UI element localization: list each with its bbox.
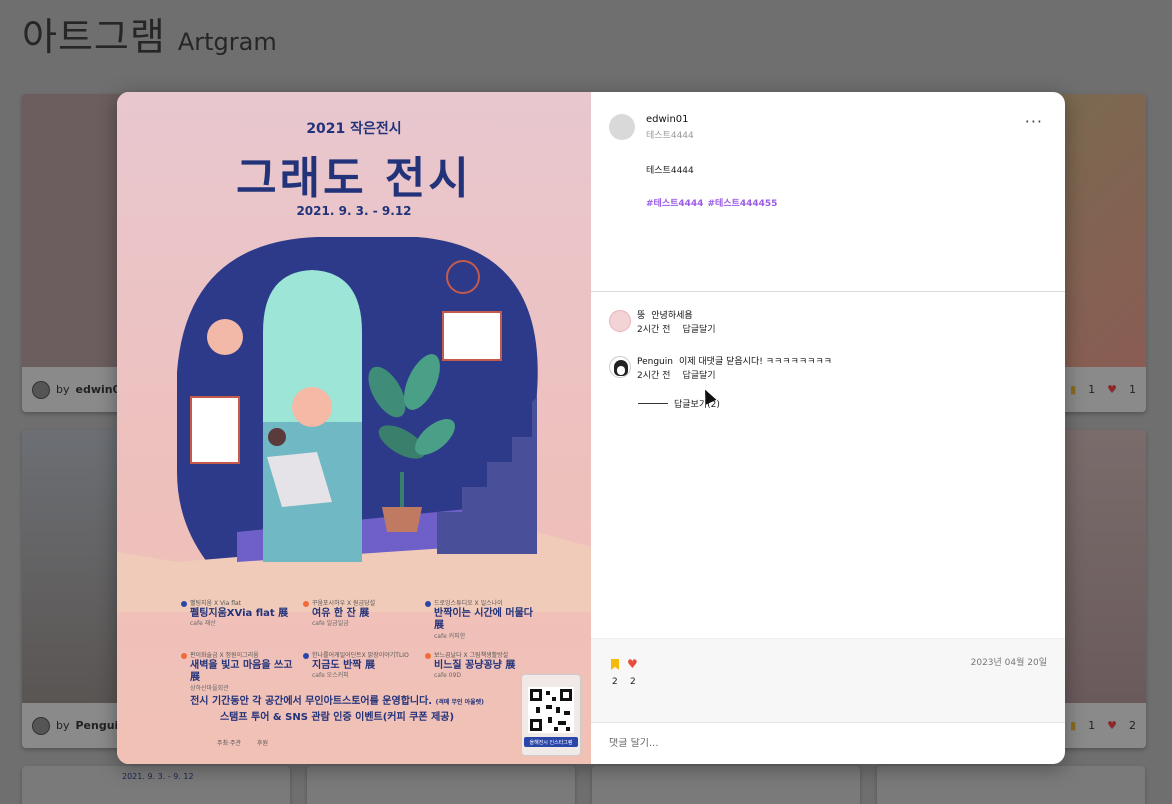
heart-icon[interactable]: ♥ xyxy=(627,657,638,671)
bookmark-icon[interactable] xyxy=(611,659,619,670)
dot-icon xyxy=(181,600,187,607)
post-card[interactable] xyxy=(592,766,860,804)
poster-dates: 2021. 9. 3. - 9.12 xyxy=(296,204,412,218)
comment-text: 안녕하세욤 xyxy=(651,311,693,321)
comment-item: 뚱 안녕하세욤 2시간 전 답글달기 xyxy=(609,310,716,338)
divider xyxy=(638,403,668,404)
comment-text: 이제 대댓글 닫읍시다! ㅋㅋㅋㅋㅋㅋㅋㅋ xyxy=(678,357,832,367)
post-modal: 2021 작은전시 그래도 전시 2021. 9. 3. - 9.12 펠팅지움… xyxy=(117,92,1065,764)
dot-icon xyxy=(181,652,187,659)
post-card[interactable] xyxy=(877,766,1145,804)
reply-button[interactable]: 답글달기 xyxy=(682,370,715,384)
hashtags: #테스트4444 #테스트444455 xyxy=(646,196,777,209)
post-card[interactable] xyxy=(307,766,575,804)
qr-label: 올해전시 인스타그램 xyxy=(524,737,578,747)
poster-notice: 전시 기간동안 각 공간에서 무인아트스토어를 운영합니다. (격메 무인 아울… xyxy=(190,696,484,723)
page-header: 아트그램 Artgram xyxy=(22,6,277,61)
card-like-count: 1 xyxy=(1129,383,1136,397)
author-subtitle: 테스트4444 xyxy=(646,131,694,141)
reply-button[interactable]: 답글달기 xyxy=(682,324,715,338)
bookmark-icon[interactable]: ▮ xyxy=(1070,383,1076,396)
poster-sponsors: 주최·주관 후원 xyxy=(217,740,269,747)
poster-event: 한나를어캐일어딘트X 밝장이야기TLIO 지금도 반짝 展 cafe 오스커피 xyxy=(303,652,419,692)
card-bookmark-count: 1 xyxy=(1088,719,1096,733)
bookmark-icon[interactable]: ▮ xyxy=(1070,719,1076,732)
card-like-count: 2 xyxy=(1129,719,1136,733)
post-date: 2023년 04월 20일 xyxy=(970,658,1047,668)
poster-events: 펠팅지움 X Via flat 펠팅지움XVia flat 展 cafe 재산 … xyxy=(181,600,541,692)
card-bookmark-count: 1 xyxy=(1088,383,1096,397)
like-count: 2 xyxy=(630,677,636,687)
comment-input[interactable] xyxy=(609,738,1065,749)
comment-user[interactable]: 뚱 xyxy=(637,311,645,321)
comment-input-area xyxy=(591,722,1065,764)
heart-icon[interactable]: ♥ xyxy=(1107,383,1117,396)
dot-icon xyxy=(303,600,309,607)
avatar[interactable] xyxy=(609,114,635,140)
bookmark-count: 2 xyxy=(612,677,618,687)
avatar xyxy=(32,380,50,399)
poster-event: 꾸움포시하우 X 원금당설 여유 한 잔 展 cafe 일금일금 xyxy=(303,600,419,640)
poster-year: 2021 작은전시 xyxy=(306,121,402,137)
poster-event: 펠팅지움 X Via flat 펠팅지움XVia flat 展 cafe 재산 xyxy=(181,600,297,640)
card-by-label: by xyxy=(56,383,70,397)
comment-user[interactable]: Penguin xyxy=(637,357,673,367)
avatar[interactable] xyxy=(609,356,631,378)
post-card[interactable]: 2021. 9. 3. - 9. 12 xyxy=(22,766,290,804)
dot-icon xyxy=(425,652,431,659)
qr-code-icon xyxy=(528,687,574,733)
comment-time: 2시간 전 xyxy=(637,370,671,381)
post-actions: ♥ 2 2 2023년 04월 20일 xyxy=(591,638,1065,722)
poster-event: 판이화술금 X 정원이그리움 새벽을 빛고 마음을 쓰고 展 상하산마을회관 xyxy=(181,652,297,692)
comment-item: Penguin 이제 대댓글 닫읍시다! ㅋㅋㅋㅋㅋㅋㅋㅋ 2시간 전 답글달기 xyxy=(609,356,832,384)
comments-list: 뚱 안녕하세욤 2시간 전 답글달기 Penguin 이제 대댓글 닫읍시다! ㅋㅋ… xyxy=(591,292,1065,638)
heart-icon[interactable]: ♥ xyxy=(1107,719,1117,732)
page-subtitle: Artgram xyxy=(177,28,277,56)
dot-icon xyxy=(303,652,309,659)
post-detail-panel: edwin01 테스트4444 ··· 테스트4444 #테스트4444 #테스… xyxy=(591,92,1065,764)
post-header: edwin01 테스트4444 ··· 테스트4444 #테스트4444 #테스… xyxy=(591,92,1065,292)
poster-event: 드로잉스튜디오 X 일스나이 반짝이는 시간에 머물다 展 cafe 커피한 xyxy=(425,600,541,640)
post-image: 2021 작은전시 그래도 전시 2021. 9. 3. - 9.12 펠팅지움… xyxy=(117,92,591,764)
card-caption: 2021. 9. 3. - 9. 12 xyxy=(122,772,194,781)
poster-title: 그래도 전시 xyxy=(236,153,472,204)
hashtag-link[interactable]: #테스트444455 xyxy=(707,196,777,209)
author-name[interactable]: edwin01 xyxy=(646,114,689,125)
card-by-label: by xyxy=(56,719,70,733)
avatar xyxy=(32,716,50,735)
qr-code-panel: 올해전시 인스타그램 xyxy=(521,674,581,756)
comment-time: 2시간 전 xyxy=(637,324,671,335)
hashtag-link[interactable]: #테스트4444 xyxy=(646,196,703,209)
more-options-icon[interactable]: ··· xyxy=(1025,112,1043,131)
page-title: 아트그램 xyxy=(22,15,166,59)
post-caption: 테스트4444 xyxy=(646,166,694,176)
dot-icon xyxy=(425,600,431,607)
avatar[interactable] xyxy=(609,310,631,332)
